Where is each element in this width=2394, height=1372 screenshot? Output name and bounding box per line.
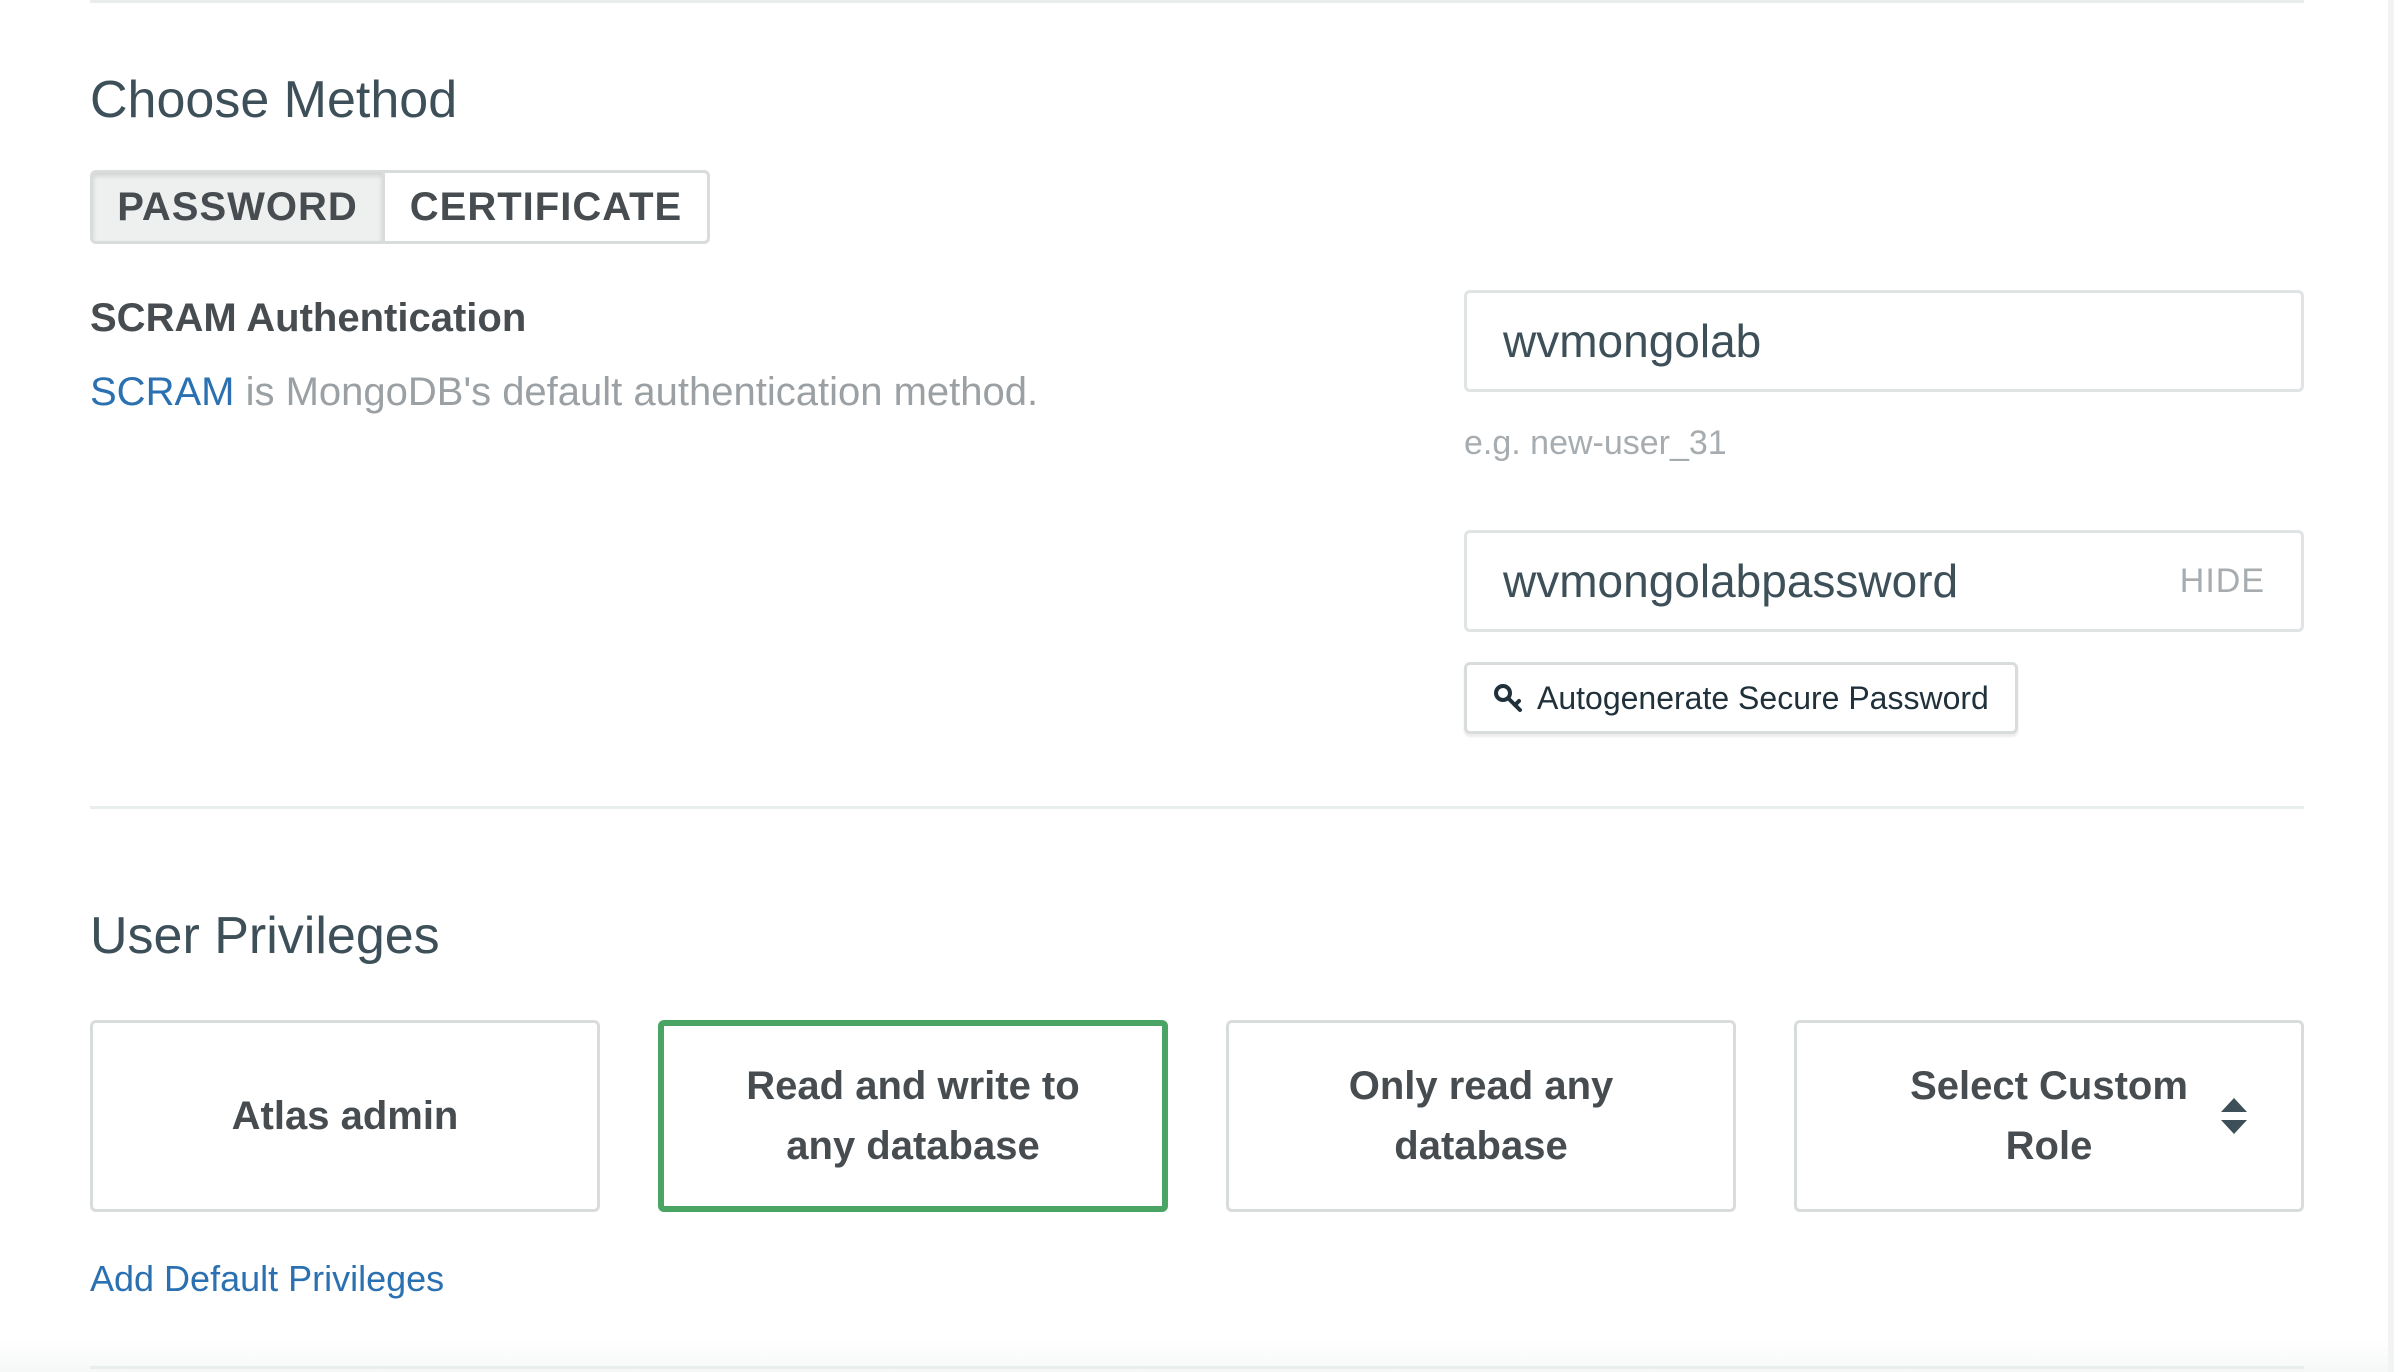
scram-link[interactable]: SCRAM <box>90 370 234 414</box>
privilege-label: Read and write to any database <box>746 1064 1080 1168</box>
autogenerate-password-button[interactable]: Autogenerate Secure Password <box>1464 662 2018 734</box>
autogenerate-label: Autogenerate Secure Password <box>1537 679 1989 716</box>
user-privileges-title: User Privileges <box>90 907 440 965</box>
scroll-edge <box>2388 0 2394 1372</box>
choose-method-title: Choose Method <box>90 71 458 129</box>
top-divider <box>90 0 2304 3</box>
bottom-divider <box>90 1366 2304 1369</box>
username-hint: e.g. new-user_31 <box>1464 424 1727 462</box>
add-user-form: Choose Method PASSWORD CERTIFICATE SCRAM… <box>0 0 2394 1372</box>
method-toggle: PASSWORD CERTIFICATE <box>90 170 710 244</box>
scram-auth-description: SCRAM is MongoDB's default authenticatio… <box>90 370 1038 415</box>
tab-password[interactable]: PASSWORD <box>93 173 385 241</box>
privilege-label: Atlas admin <box>231 1094 459 1138</box>
key-icon <box>1494 684 1522 712</box>
username-value: wvmongolab <box>1503 315 1762 367</box>
password-value: wvmongolabpassword <box>1503 555 1959 607</box>
privilege-read-only[interactable]: Only read any database <box>1226 1020 1736 1212</box>
hide-password-toggle[interactable]: HIDE <box>2180 562 2265 601</box>
sort-arrows-icon <box>2221 1098 2247 1134</box>
privilege-atlas-admin[interactable]: Atlas admin <box>90 1020 600 1212</box>
scram-auth-title: SCRAM Authentication <box>90 296 527 340</box>
password-field[interactable]: wvmongolabpassword HIDE <box>1464 530 2304 632</box>
privilege-label: Select Custom Role <box>1910 1064 2188 1168</box>
middle-divider <box>90 806 2304 809</box>
privilege-label: Only read any database <box>1348 1064 1614 1168</box>
privilege-read-write[interactable]: Read and write to any database <box>658 1020 1168 1212</box>
privilege-custom-role[interactable]: Select Custom Role <box>1794 1020 2304 1212</box>
tab-certificate[interactable]: CERTIFICATE <box>385 173 707 241</box>
scram-description-text: is MongoDB's default authentication meth… <box>234 370 1039 414</box>
add-default-privileges-link[interactable]: Add Default Privileges <box>90 1258 444 1300</box>
username-field[interactable]: wvmongolab <box>1464 290 2304 392</box>
